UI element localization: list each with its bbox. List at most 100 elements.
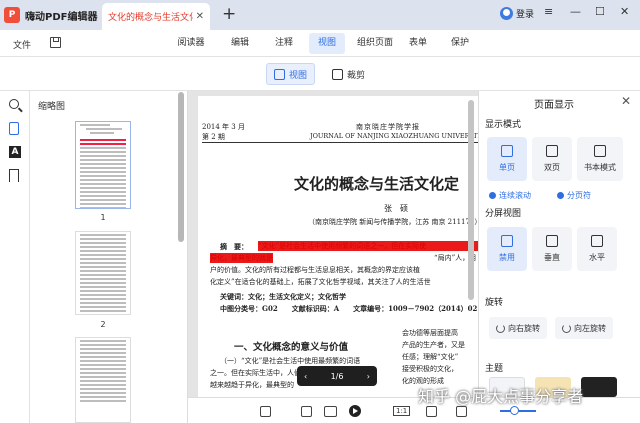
- app-name: 嗨动PDF编辑器: [25, 11, 98, 23]
- mode-label: 书本模式: [584, 163, 616, 172]
- continuous-scroll-radio[interactable]: 连续滚动: [489, 190, 531, 201]
- theme-dark-swatch[interactable]: [581, 377, 617, 397]
- page-date: 2014 年 3 月: [202, 123, 245, 131]
- body-line: 产品的生产者，又是: [402, 341, 465, 349]
- app-brand: P 嗨动PDF编辑器: [4, 6, 97, 24]
- page-display-panel: 页面显示 ✕ 显示模式 单页 双页 书本模式 连续滚动 分页符 分屏视图 禁用 …: [478, 91, 640, 397]
- thumbnail-panel: 缩略图 1 2: [30, 91, 188, 423]
- body-line: 之一。但在实际生活中，人们对: [210, 369, 308, 377]
- view-label: 视图: [289, 70, 308, 81]
- maximize-button[interactable]: ☐: [595, 5, 605, 18]
- thumbnail-title: 缩略图: [38, 102, 66, 112]
- tab-close-icon[interactable]: ✕: [196, 11, 204, 22]
- mode-single-page[interactable]: 单页: [487, 137, 527, 181]
- save-icon[interactable]: [50, 37, 61, 48]
- thumbnail-scrollbar[interactable]: [178, 92, 184, 242]
- body-line: 接受积极的文化，: [402, 365, 458, 373]
- split-horizontal-icon: [591, 235, 603, 247]
- fit-width-icon[interactable]: [260, 406, 271, 417]
- view-icon: [274, 68, 285, 80]
- bookmark-icon[interactable]: [9, 169, 19, 182]
- prev-page-button[interactable]: ‹: [304, 372, 307, 381]
- crop-icon: [332, 68, 343, 80]
- menu-view[interactable]: 视图: [309, 33, 345, 54]
- thumbnail-page-1[interactable]: [75, 121, 131, 209]
- body-line: 越来越趋于异化，最典型的: [210, 381, 294, 389]
- menu-protect[interactable]: 保护: [444, 33, 476, 54]
- document-scrollbar[interactable]: [468, 100, 474, 300]
- left-rail: A: [0, 91, 30, 423]
- crop-view-icon[interactable]: [456, 406, 467, 417]
- menu-bar: 文件 阅读器 编辑 注释 视图 组织页面 表单 保护: [0, 30, 640, 57]
- close-window-button[interactable]: ✕: [620, 5, 629, 18]
- mode-double-page[interactable]: 双页: [532, 137, 572, 181]
- body-line: （一）“文化”是社会生活中使用最频繁的词语: [220, 357, 361, 365]
- next-page-button[interactable]: ›: [367, 372, 370, 381]
- book-mode-icon: [594, 145, 606, 157]
- menu-organize-pages[interactable]: 组织页面: [353, 33, 397, 54]
- keywords: 关键词：文化；生活文化定义；文化哲学: [220, 292, 346, 301]
- menu-edit[interactable]: 编辑: [224, 33, 256, 54]
- title-bar: P 嗨动PDF编辑器 文化的概念与生活文化... ✕ + 登录 ≡ — ☐ ✕: [0, 0, 640, 30]
- login-button[interactable]: 登录: [500, 7, 534, 20]
- play-icon[interactable]: [349, 405, 361, 417]
- fit-page-icon[interactable]: [426, 406, 437, 417]
- menu-annotate[interactable]: 注释: [268, 33, 300, 54]
- thumbnail-page-3[interactable]: [75, 337, 131, 423]
- abstract-highlight-2[interactable]: 异化，最典型的就是: [210, 253, 273, 263]
- split-disabled-icon: [501, 235, 513, 247]
- view-button[interactable]: 视图: [266, 63, 316, 85]
- actual-size-button[interactable]: 1:1: [393, 406, 411, 416]
- mode-book[interactable]: 书本模式: [577, 137, 623, 181]
- journal-cn: 南京晓庄学院学报: [356, 123, 420, 131]
- section-heading: 一、文化概念的意义与价值: [234, 342, 349, 353]
- double-page-view-icon[interactable]: [324, 406, 337, 417]
- menu-icon[interactable]: ≡: [544, 5, 553, 18]
- rotate-left-icon: [562, 323, 571, 333]
- menu-reader[interactable]: 阅读器: [172, 33, 210, 54]
- mode-label: 单页: [499, 163, 515, 172]
- page-navigator: ‹ 1/6 ›: [297, 366, 377, 386]
- abstract-line: 户的价值。文化的所有过程都与生活息息相关，其概念的界定应该植: [210, 266, 420, 274]
- minimize-button[interactable]: —: [570, 5, 581, 18]
- page-issue: 第 2 期: [202, 133, 225, 141]
- zoom-slider-handle[interactable]: [510, 406, 519, 415]
- split-vertical-icon: [546, 235, 558, 247]
- rotate-right-button[interactable]: 向右旋转: [489, 317, 547, 339]
- rotate-right-icon: [496, 323, 505, 333]
- paper-author: 张 硕: [384, 204, 408, 213]
- abstract-highlight-1[interactable]: “文化”是社会生活中使用频繁的词语之一，但在实际使: [258, 241, 478, 251]
- split-vertical[interactable]: 垂直: [532, 227, 572, 271]
- text-icon[interactable]: A: [9, 146, 21, 158]
- panel-close-icon[interactable]: ✕: [621, 94, 631, 108]
- thumbnail-page-2[interactable]: [75, 231, 131, 315]
- crop-button[interactable]: 裁剪: [325, 63, 372, 85]
- rotate-label: 向右旋转: [508, 323, 540, 333]
- rotate-left-button[interactable]: 向左旋转: [555, 317, 613, 339]
- tab-title: 文化的概念与生活文化...: [108, 13, 193, 23]
- body-line: 会功德等层面提高: [402, 329, 458, 337]
- theme-title: 主题: [485, 364, 504, 374]
- menu-file[interactable]: 文件: [13, 38, 31, 51]
- split-label: 禁用: [499, 253, 515, 262]
- rotate-label: 向左旋转: [574, 323, 606, 333]
- single-page-view-icon[interactable]: [301, 406, 312, 417]
- radio-label: 分页符: [567, 191, 591, 200]
- document-tab[interactable]: 文化的概念与生活文化... ✕: [102, 3, 210, 30]
- abstract-line: 化定义”在适合化的基础上，拓展了文化哲学视域，其关注了人的生活世: [210, 278, 431, 286]
- watermark: 知乎 @屁大点事分享者: [418, 387, 584, 406]
- radio-label: 连续滚动: [499, 191, 531, 200]
- mode-label: 双页: [544, 163, 560, 172]
- menu-forms[interactable]: 表单: [402, 33, 434, 54]
- split-horizontal[interactable]: 水平: [577, 227, 617, 271]
- panel-title: 页面显示: [534, 100, 574, 111]
- search-icon[interactable]: [9, 99, 19, 109]
- page-break-radio[interactable]: 分页符: [557, 190, 591, 201]
- journal-en: JOURNAL OF NANJING XIAOZHUANG UNIVERSITY: [310, 132, 478, 140]
- thumbnail-number: 1: [100, 213, 106, 222]
- split-disabled[interactable]: 禁用: [487, 227, 527, 271]
- abstract-label: 摘 要：: [220, 242, 248, 251]
- thumbnail-icon[interactable]: [9, 122, 19, 135]
- new-tab-button[interactable]: +: [222, 4, 236, 24]
- thumbnail-number: 2: [100, 320, 106, 329]
